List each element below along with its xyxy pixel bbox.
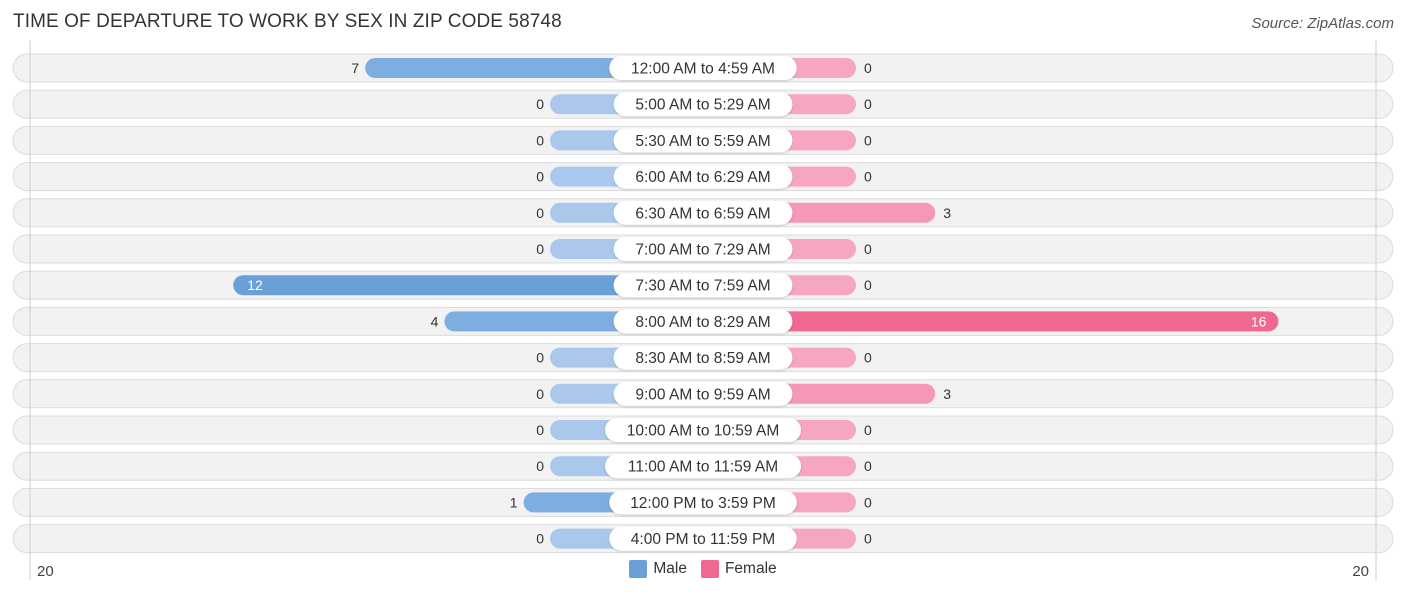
category-label: 11:00 AM to 11:59 AM: [628, 459, 778, 476]
legend-swatch-female: [700, 560, 719, 578]
value-label-male: 0: [536, 422, 544, 438]
category-label: 5:00 AM to 5:29 AM: [635, 97, 770, 114]
category-label: 8:30 AM to 8:59 AM: [635, 350, 770, 367]
legend-item-female[interactable]: Female: [700, 560, 777, 578]
chart-row: 4:00 PM to 11:59 PM 0 0: [12, 524, 1394, 554]
value-label-male: 0: [536, 458, 544, 474]
chart-row: 7:00 AM to 7:29 AM 0 0: [12, 234, 1394, 264]
value-label-male: 0: [536, 241, 544, 257]
value-label-male: 0: [536, 169, 544, 185]
value-label-female: 3: [943, 386, 951, 402]
chart-row: 5:00 AM to 5:29 AM 0 0: [12, 89, 1394, 119]
legend: Male Female: [0, 560, 1406, 578]
legend-item-male[interactable]: Male: [629, 560, 687, 578]
value-label-male: 0: [536, 96, 544, 112]
chart-row: 8:30 AM to 8:59 AM 0 0: [12, 343, 1394, 373]
value-label-female: 0: [864, 277, 872, 293]
value-label-female: 0: [864, 531, 872, 547]
value-label-female: 0: [864, 494, 872, 510]
value-label-male: 12: [247, 277, 263, 293]
chart-row: 12:00 AM to 4:59 AM 7 0: [12, 53, 1394, 83]
value-label-male: 0: [536, 132, 544, 148]
category-label: 4:00 PM to 11:59 PM: [631, 531, 775, 548]
value-label-male: 1: [510, 494, 518, 510]
value-label-male: 0: [536, 350, 544, 366]
value-label-male: 0: [536, 386, 544, 402]
value-label-female: 0: [864, 458, 872, 474]
value-label-female: 3: [943, 205, 951, 221]
value-label-female: 0: [864, 132, 872, 148]
category-label: 7:00 AM to 7:29 AM: [635, 242, 770, 259]
legend-swatch-male: [629, 560, 648, 578]
value-label-male: 4: [431, 313, 439, 329]
category-label: 8:00 AM to 8:29 AM: [635, 314, 770, 331]
category-label: 10:00 AM to 10:59 AM: [627, 423, 780, 440]
chart-row: 11:00 AM to 11:59 AM 0 0: [12, 451, 1394, 481]
value-label-male: 0: [536, 531, 544, 547]
legend-label-female: Female: [724, 560, 777, 577]
value-label-male: 7: [351, 60, 359, 76]
value-label-female: 0: [864, 96, 872, 112]
value-label-male: 0: [536, 205, 544, 221]
legend-label-male: Male: [653, 560, 687, 577]
chart-row: 12:00 PM to 3:59 PM 1 0: [12, 487, 1394, 517]
chart-row: 6:30 AM to 6:59 AM 0 3: [12, 198, 1394, 228]
chart-row: 10:00 AM to 10:59 AM 0 0: [12, 415, 1394, 445]
value-label-female: 0: [864, 60, 872, 76]
value-label-female: 0: [864, 422, 872, 438]
chart-row: 5:30 AM to 5:59 AM 0 0: [12, 125, 1394, 155]
chart-row: 6:00 AM to 6:29 AM 0 0: [12, 162, 1394, 192]
chart-canvas: 12:00 AM to 4:59 AM 7 0 5:00 AM to 5:29 AM 0…: [12, 40, 1394, 580]
category-label: 6:00 AM to 6:29 AM: [635, 169, 770, 186]
value-label-female: 16: [1251, 313, 1267, 329]
category-label: 6:30 AM to 6:59 AM: [635, 205, 770, 222]
category-label: 12:00 AM to 4:59 AM: [631, 61, 775, 78]
chart-row: 9:00 AM to 9:59 AM 0 3: [12, 379, 1394, 409]
category-label: 12:00 PM to 3:59 PM: [630, 495, 776, 512]
chart-row: 7:30 AM to 7:59 AM 12 0: [12, 270, 1394, 300]
value-label-female: 0: [864, 169, 872, 185]
category-label: 7:30 AM to 7:59 AM: [635, 278, 770, 295]
chart-row: 8:00 AM to 8:29 AM 4 16: [12, 306, 1394, 336]
value-label-female: 0: [864, 241, 872, 257]
category-label: 5:30 AM to 5:59 AM: [635, 133, 770, 150]
value-label-female: 0: [864, 350, 872, 366]
category-label: 9:00 AM to 9:59 AM: [635, 386, 770, 403]
